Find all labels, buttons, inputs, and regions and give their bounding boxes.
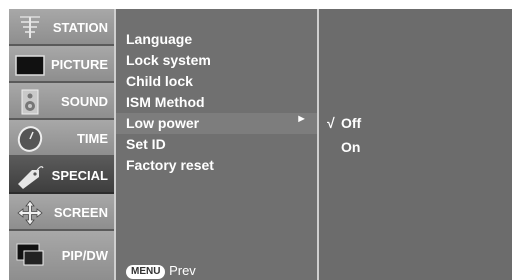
option-on[interactable]: On [327, 137, 360, 158]
speaker-icon [15, 88, 45, 116]
category-label: SOUND [61, 94, 108, 109]
menu-item-factory-reset[interactable]: Factory reset [126, 155, 214, 176]
category-station[interactable]: STATION [9, 9, 114, 46]
menu-item-child-lock[interactable]: Child lock [126, 71, 193, 92]
menu-item-lock-system[interactable]: Lock system [126, 50, 211, 71]
low-power-submenu: √ Off On [319, 9, 512, 280]
category-label: SPECIAL [51, 168, 108, 183]
menu-item-low-power: Low power [126, 115, 200, 131]
osd-menu: STATION PICTURE SOUND TIME SPECIAL SCREE… [9, 9, 512, 280]
category-special[interactable]: SPECIAL [9, 157, 114, 194]
menu-button[interactable]: MENU [126, 265, 166, 279]
clock-icon [15, 125, 45, 153]
check-mark-icon: √ [327, 115, 335, 131]
category-label: SCREEN [53, 205, 108, 220]
tag-icon [15, 162, 45, 190]
special-menu-list: Language Lock system Child lock ISM Meth… [114, 9, 319, 280]
category-time[interactable]: TIME [9, 120, 114, 157]
category-screen[interactable]: SCREEN [9, 194, 114, 231]
category-label: PIP/DW [61, 248, 108, 263]
option-label: Off [341, 115, 362, 131]
footer-text: Prev [169, 263, 196, 278]
option-off[interactable]: √ Off [327, 113, 361, 134]
category-label: TIME [76, 131, 108, 146]
pip-windows-icon [15, 241, 45, 269]
tv-screen-icon [15, 51, 45, 79]
category-picture[interactable]: PICTURE [9, 46, 114, 83]
footer-hint: MENU Prev [126, 262, 196, 280]
menu-item-language[interactable]: Language [126, 29, 192, 50]
option-label: On [341, 139, 361, 155]
category-pip-dw[interactable]: PIP/DW [9, 231, 114, 280]
category-label: STATION [52, 20, 108, 35]
category-column: STATION PICTURE SOUND TIME SPECIAL SCREE… [9, 9, 114, 280]
menu-item-ism-method[interactable]: ISM Method [126, 92, 205, 113]
submenu-arrow-icon: ► [296, 113, 307, 125]
move-arrows-icon [15, 199, 45, 227]
category-label: PICTURE [50, 57, 108, 72]
antenna-icon [15, 14, 45, 42]
category-sound[interactable]: SOUND [9, 83, 114, 120]
menu-item-low-power-row[interactable]: Low power ► [116, 113, 317, 134]
menu-item-set-id[interactable]: Set ID [126, 134, 166, 155]
